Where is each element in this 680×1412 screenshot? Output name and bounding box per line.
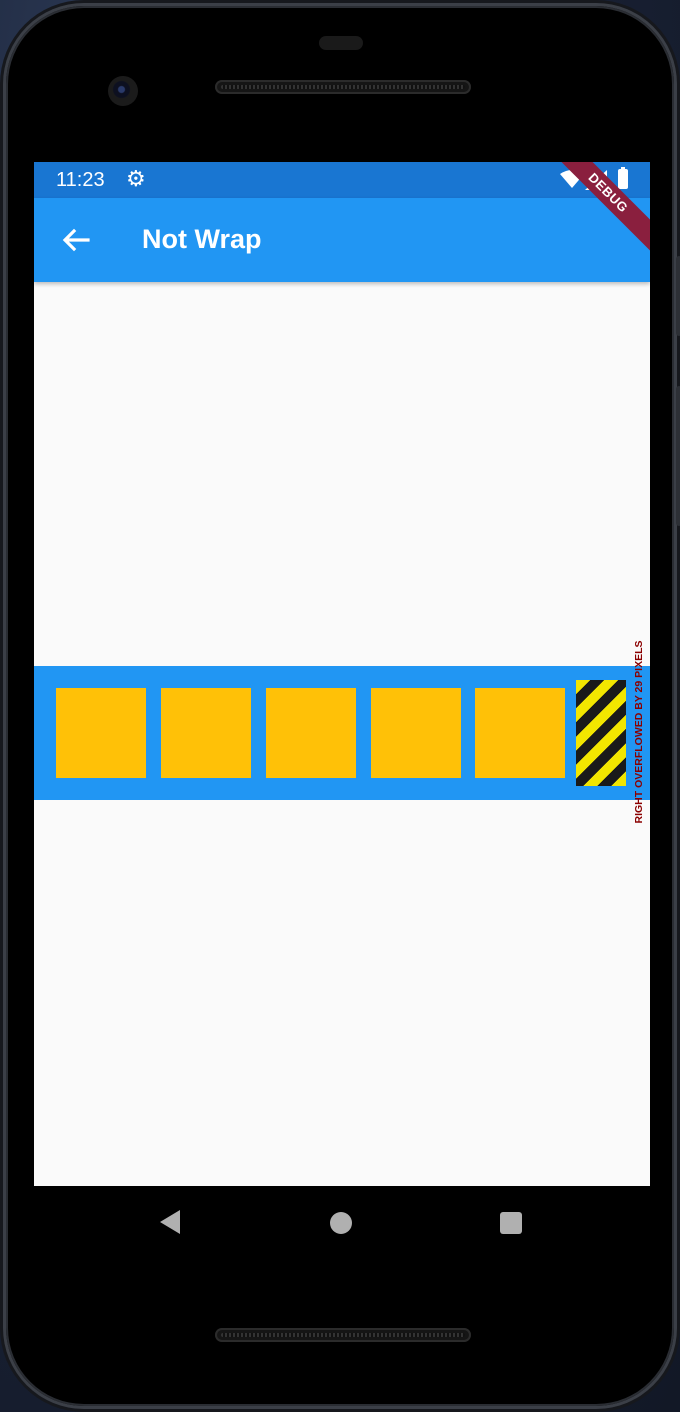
earpiece-speaker <box>215 80 471 94</box>
yellow-box <box>56 688 146 778</box>
yellow-box <box>161 688 251 778</box>
navigation-bar <box>6 1186 674 1274</box>
status-bar: 11:23 ⚙ <box>34 162 650 198</box>
screen: 11:23 ⚙ Not Wrap DEBUG RIGHT OVERFLOWED … <box>34 162 650 1186</box>
phone-frame: 11:23 ⚙ Not Wrap DEBUG RIGHT OVERFLOWED … <box>6 6 680 1406</box>
arrow-left-icon[interactable] <box>60 224 92 256</box>
back-triangle-icon[interactable] <box>160 1210 180 1234</box>
overflow-message: RIGHT OVERFLOWED BY 29 PIXELS <box>633 640 645 824</box>
recents-square-icon[interactable] <box>500 1212 522 1234</box>
overflow-warning-stripes <box>576 680 626 786</box>
gear-icon: ⚙ <box>126 166 146 191</box>
status-time: 11:23 <box>56 169 105 191</box>
volume-button <box>676 256 680 336</box>
front-camera-icon <box>108 76 138 106</box>
yellow-box <box>266 688 356 778</box>
home-circle-icon[interactable] <box>330 1212 352 1234</box>
app-bar: Not Wrap <box>34 198 650 282</box>
power-button <box>676 386 680 526</box>
battery-icon <box>618 167 628 189</box>
bottom-speaker <box>215 1328 471 1342</box>
top-sensor <box>319 36 363 50</box>
yellow-box <box>371 688 461 778</box>
yellow-box <box>475 688 565 778</box>
box-row: RIGHT OVERFLOWED BY 29 PIXELS <box>34 640 650 824</box>
page-title: Not Wrap <box>142 224 262 254</box>
